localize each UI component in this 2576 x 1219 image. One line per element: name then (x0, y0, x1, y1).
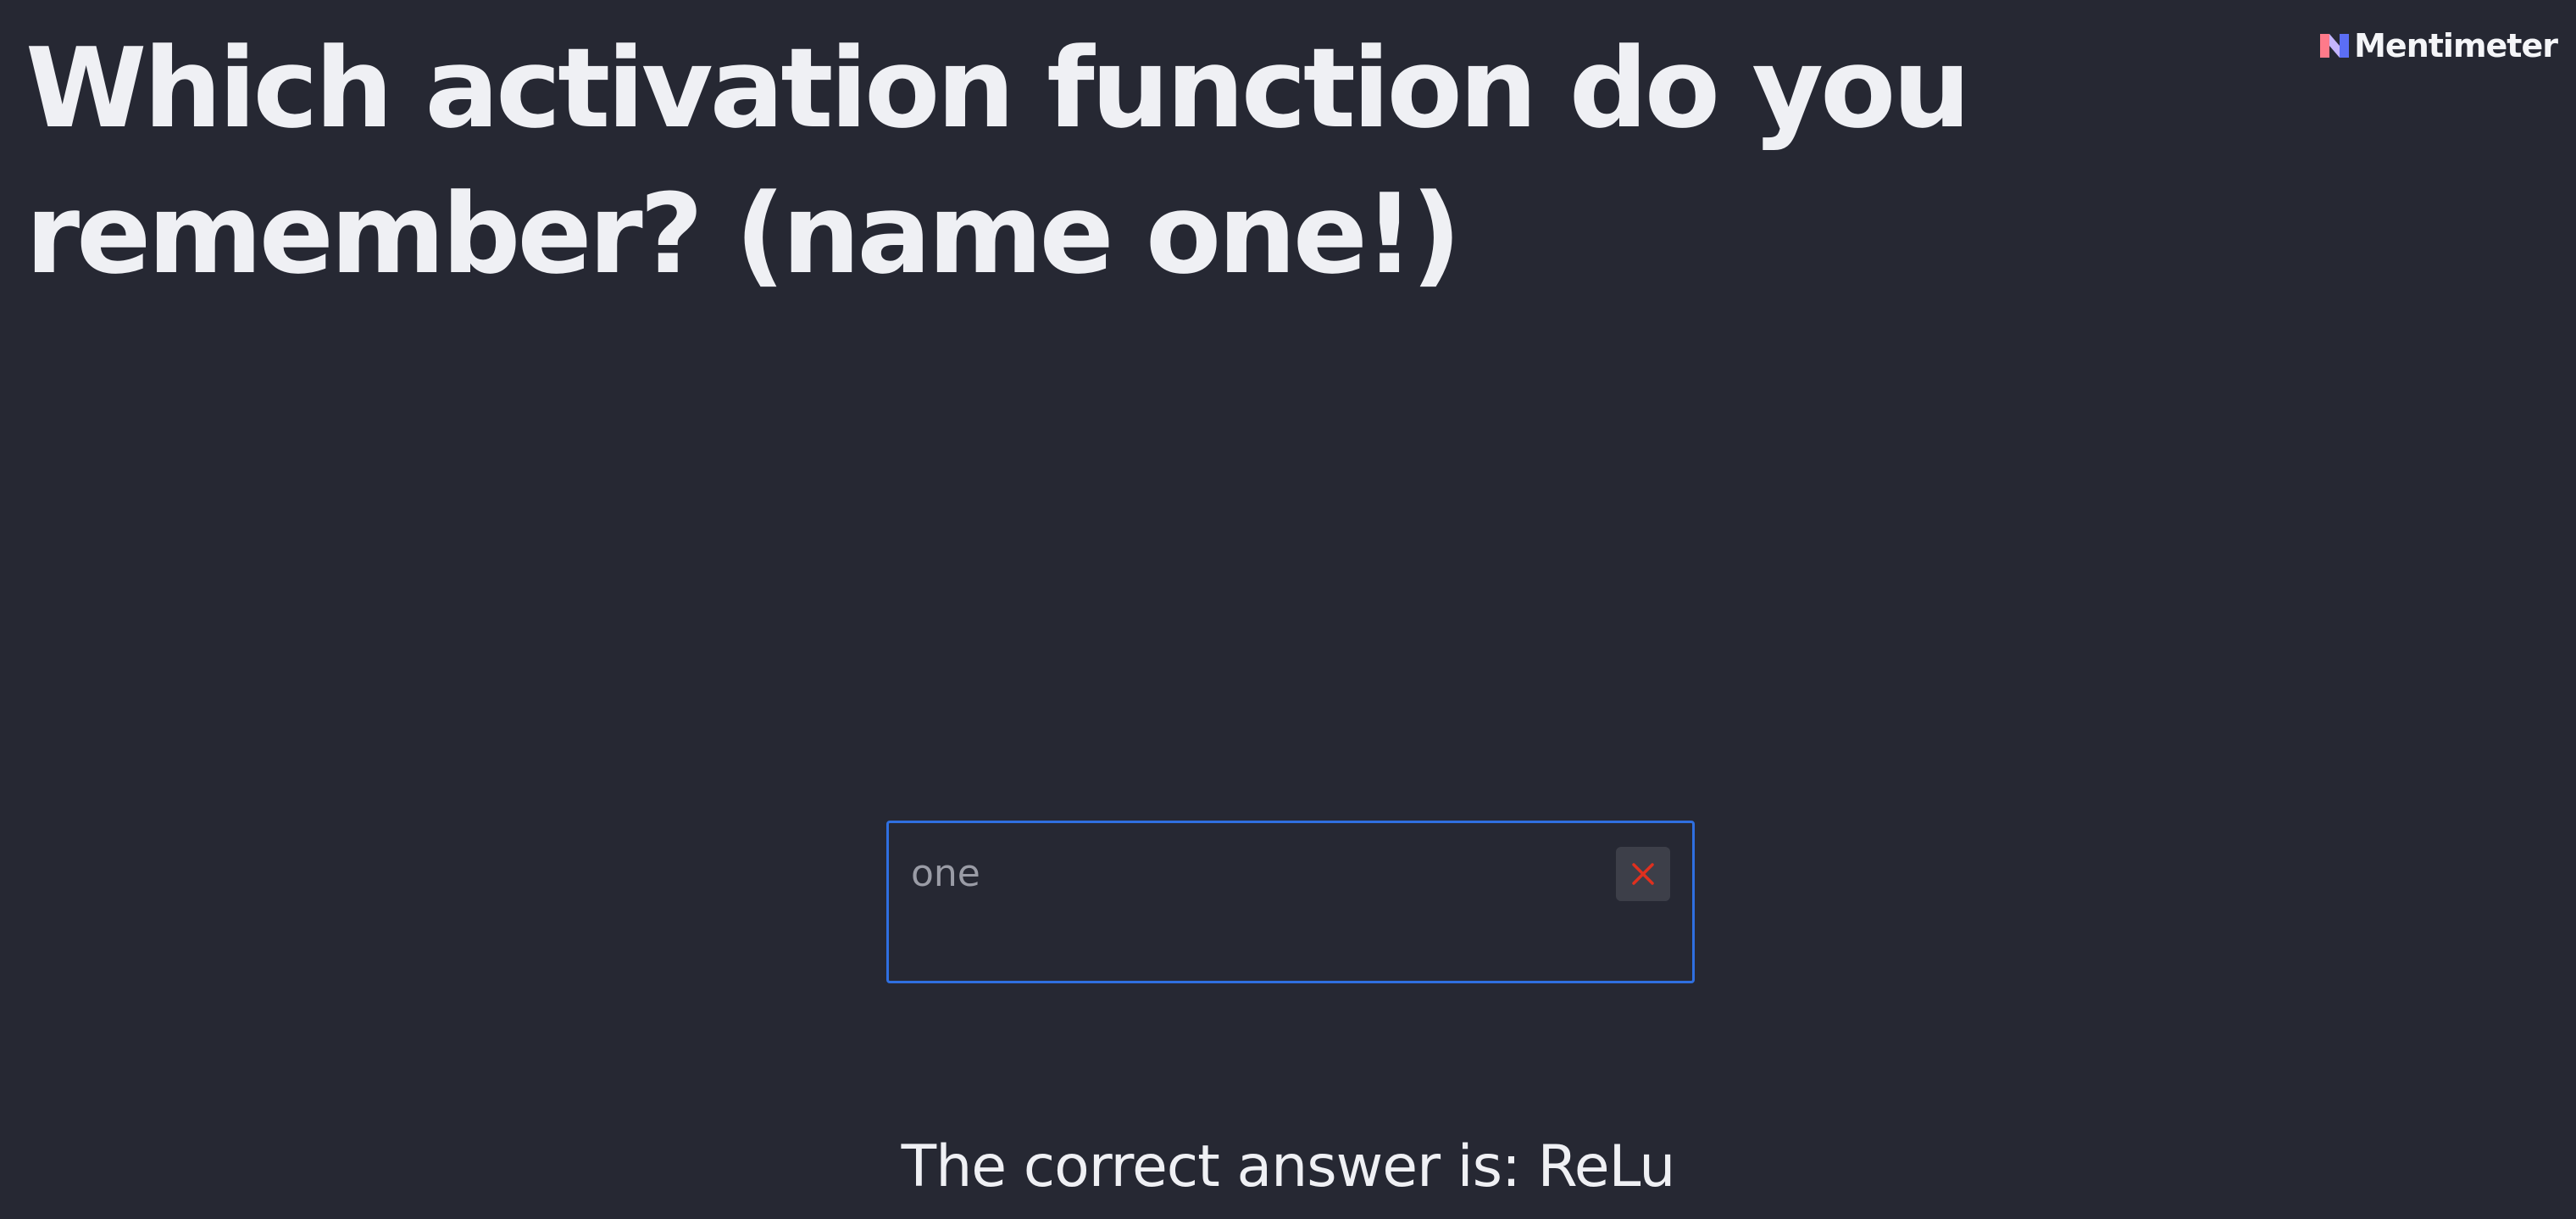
correct-answer-text: The correct answer is: ReLu (901, 1133, 1676, 1200)
close-icon (1632, 863, 1654, 885)
brand-name: Mentimeter (2354, 27, 2558, 64)
question-line-2: remember? (name one!) (25, 170, 1462, 298)
answer-value: one (911, 852, 980, 895)
mentimeter-logo-icon (2320, 34, 2350, 58)
question-line-1: Which activation function do you (25, 24, 1971, 153)
question-title: Which activation function do you remembe… (25, 15, 1974, 307)
answer-field[interactable]: one (886, 821, 1695, 983)
brand: Mentimeter (2320, 27, 2558, 64)
incorrect-badge (1616, 847, 1670, 901)
